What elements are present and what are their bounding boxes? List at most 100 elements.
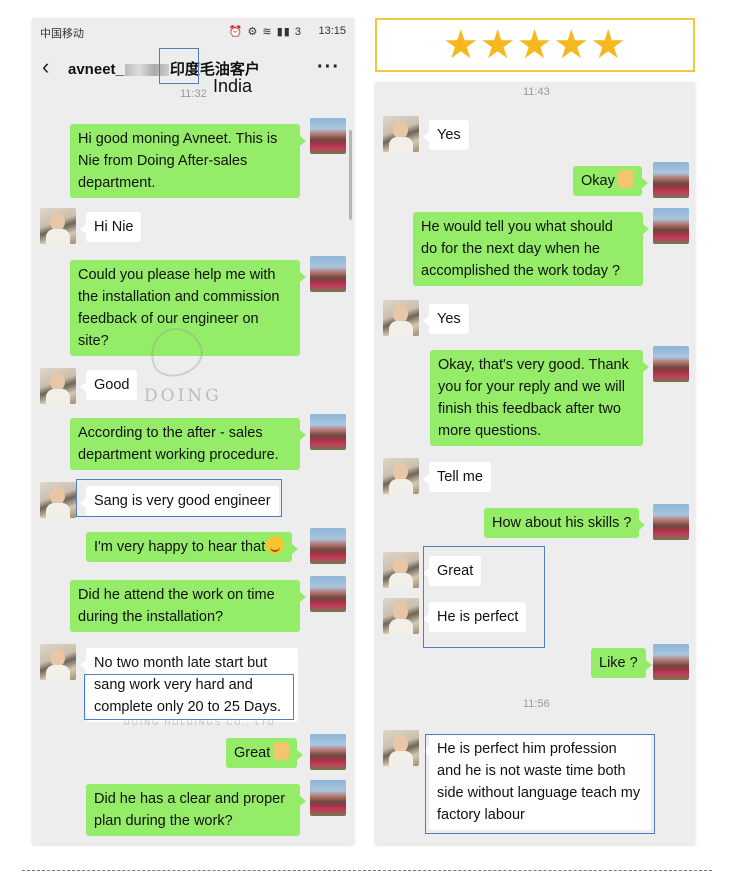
message-line: do for the next day when he [421, 241, 600, 257]
country-label: India [213, 76, 253, 96]
message-bubble[interactable]: According to the after - sales departmen… [70, 418, 306, 470]
message-line: Yes [437, 127, 461, 143]
contact-avatar[interactable] [383, 300, 419, 336]
rating-box: ★★★★★ [375, 18, 695, 72]
message-bubble[interactable]: Sang is very good engineer [80, 486, 279, 516]
my-avatar[interactable] [310, 734, 346, 770]
brand-watermark: DOING [144, 386, 222, 406]
message-bubble[interactable]: Did he has a clear and proper plan durin… [86, 784, 306, 836]
message-bubble[interactable]: He is perfect him profession and he is n… [423, 734, 651, 830]
message-bubble[interactable]: Great [226, 738, 304, 768]
contact-avatar[interactable] [40, 644, 76, 680]
message-line: side without language teach my [437, 785, 641, 801]
contact-avatar[interactable] [383, 730, 419, 766]
message-line: Great [437, 563, 474, 579]
status-bar: 中国移动 ⏰ ⚙ ≋ ▮▮ 3 13:15 [32, 18, 354, 44]
message-line: Yes [437, 311, 461, 327]
message-timestamp: 11:56 [523, 698, 550, 710]
divider-line [22, 870, 712, 871]
message-line: Good [94, 377, 130, 393]
my-avatar[interactable] [310, 576, 346, 612]
my-avatar[interactable] [310, 780, 346, 816]
message-line: finish this feedback after two [438, 401, 621, 417]
message-line: He is perfect [437, 609, 519, 625]
message-line: According to the after - sales [78, 425, 263, 441]
message-line: Sang is very good engineer [94, 493, 271, 509]
message-line: sang work very hard and [94, 677, 253, 693]
my-avatar[interactable] [653, 208, 689, 244]
status-icons: ⏰ ⚙ ≋ ▮▮ 3 [228, 26, 302, 38]
message-line: and he is not waste time both [437, 763, 626, 779]
message-line: Hi Nie [94, 219, 134, 235]
message-line: Nie from Doing After-sales [78, 153, 248, 169]
message-line: more questions. [438, 423, 542, 439]
message-bubble[interactable]: Okay, that's very good. Thank you for yo… [430, 350, 649, 446]
message-line: Great [234, 745, 271, 761]
message-line: He is perfect him profession [437, 741, 617, 757]
my-avatar[interactable] [310, 118, 346, 154]
message-bubble[interactable]: I'm very happy to hear that [86, 532, 299, 562]
contact-avatar[interactable] [40, 482, 76, 518]
message-timestamp: 11:43 [523, 86, 550, 98]
message-bubble[interactable]: Yes [423, 120, 469, 150]
message-line: Could you please help me with [78, 267, 276, 283]
contact-avatar[interactable] [40, 208, 76, 244]
message-bubble[interactable]: Great [422, 556, 482, 586]
my-avatar[interactable] [310, 528, 346, 564]
contact-avatar[interactable] [383, 458, 419, 494]
message-timestamp: 11:32 [180, 88, 207, 100]
more-options-icon[interactable]: ··· [317, 56, 340, 79]
message-line: factory labour [437, 807, 525, 823]
my-avatar[interactable] [310, 414, 346, 450]
message-line: How about his skills ? [492, 515, 632, 531]
smile-emoji-icon [266, 536, 285, 554]
ok-hand-emoji-icon [617, 170, 634, 188]
message-bubble[interactable]: Yes [423, 304, 469, 334]
contact-avatar[interactable] [40, 368, 76, 404]
message-line: Did he attend the work on time [78, 587, 275, 603]
message-line: Okay [581, 173, 615, 189]
message-line: complete only 20 to 25 Days. [94, 699, 281, 715]
contact-name-prefix: avneet_ [68, 61, 124, 78]
thumbs-up-emoji-icon [273, 742, 290, 760]
back-arrow-icon[interactable]: ‹ [42, 56, 62, 78]
message-line: the installation and commission [78, 289, 280, 305]
message-bubble[interactable]: Hi Nie [79, 212, 142, 242]
carrier-name: 中国移动 [40, 28, 84, 40]
status-time: 13:15 [318, 25, 346, 37]
scrollbar[interactable] [349, 130, 352, 220]
message-line: you for your reply and we will [438, 379, 625, 395]
message-line: department. [78, 175, 156, 191]
message-line: Hi good moning Avneet. This is [78, 131, 278, 147]
contact-avatar[interactable] [383, 116, 419, 152]
message-bubble[interactable]: Good [79, 370, 138, 400]
my-avatar[interactable] [653, 346, 689, 382]
contact-avatar[interactable] [383, 552, 419, 588]
message-line: I'm very happy to hear that [94, 539, 266, 555]
message-line: feedback of our engineer on [78, 311, 259, 327]
message-line: Like ? [599, 655, 638, 671]
my-avatar[interactable] [653, 504, 689, 540]
message-line: He would tell you what should [421, 219, 613, 235]
message-line: department working procedure. [78, 447, 279, 463]
message-line: Okay, that's very good. Thank [438, 357, 629, 373]
my-avatar[interactable] [653, 644, 689, 680]
right-chat-screen: 11:43 Yes Okay He would tell you what sh… [375, 82, 695, 844]
message-line: No two month late start but [94, 655, 268, 671]
message-bubble[interactable]: He is perfect [422, 602, 527, 632]
five-star-rating-icon: ★★★★★ [442, 23, 628, 67]
message-bubble[interactable]: Tell me [423, 462, 491, 492]
message-bubble[interactable]: No two month late start but sang work ve… [80, 648, 298, 722]
message-bubble[interactable]: Okay [573, 166, 648, 196]
my-avatar[interactable] [310, 256, 346, 292]
chat-header: ‹ avneet_ 印度毛油客户 ··· [32, 44, 354, 92]
message-bubble[interactable]: He would tell you what should do for the… [413, 212, 649, 286]
message-bubble[interactable]: How about his skills ? [484, 508, 646, 538]
my-avatar[interactable] [653, 162, 689, 198]
message-line: Tell me [437, 469, 483, 485]
contact-avatar[interactable] [383, 598, 419, 634]
message-bubble[interactable]: Like ? [591, 648, 652, 678]
message-bubble[interactable]: Did he attend the work on time during th… [70, 580, 306, 632]
message-bubble[interactable]: Hi good moning Avneet. This is Nie from … [70, 124, 306, 198]
company-watermark: DOING HOLDINGS CO., LTD [124, 718, 276, 727]
